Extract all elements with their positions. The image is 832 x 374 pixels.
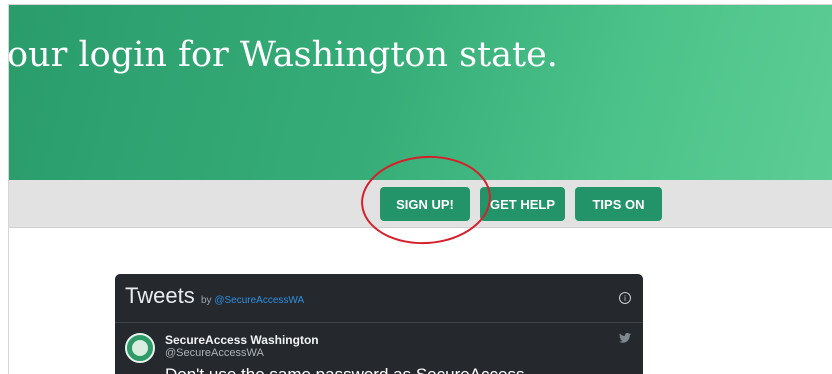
hero-title: our login for Washington state. — [9, 35, 558, 75]
twitter-header: Tweets by @SecureAccessWA i — [115, 274, 643, 323]
tweets-by-handle-link[interactable]: @SecureAccessWA — [214, 295, 304, 306]
tweet-text: Don't use the same password as SecureAcc… — [165, 365, 524, 374]
tweets-title: Tweets — [125, 283, 195, 308]
avatar[interactable] — [125, 333, 155, 363]
avatar-logo — [132, 340, 148, 356]
hero-banner: our login for Washington state. — [9, 5, 832, 180]
action-nav: SIGN UP! GET HELP TIPS ON — [9, 180, 832, 228]
info-icon[interactable]: i — [619, 292, 631, 304]
twitter-timeline-widget: Tweets by @SecureAccessWA i SecureAccess… — [115, 274, 643, 374]
get-help-button[interactable]: GET HELP — [480, 187, 565, 221]
tweet-author-name[interactable]: SecureAccess Washington — [165, 333, 319, 347]
tweet-item[interactable]: SecureAccess Washington @SecureAccessWA … — [115, 323, 643, 374]
twitter-bird-icon[interactable] — [619, 333, 631, 343]
tweets-by-prefix: by — [201, 295, 212, 306]
tweets-by-line: by @SecureAccessWA — [201, 295, 304, 306]
tips-on-button[interactable]: TIPS ON — [575, 187, 662, 221]
browser-viewport: our login for Washington state. SIGN UP!… — [8, 4, 832, 374]
signup-button[interactable]: SIGN UP! — [380, 187, 470, 221]
tweet-author-handle[interactable]: @SecureAccessWA — [165, 347, 264, 359]
